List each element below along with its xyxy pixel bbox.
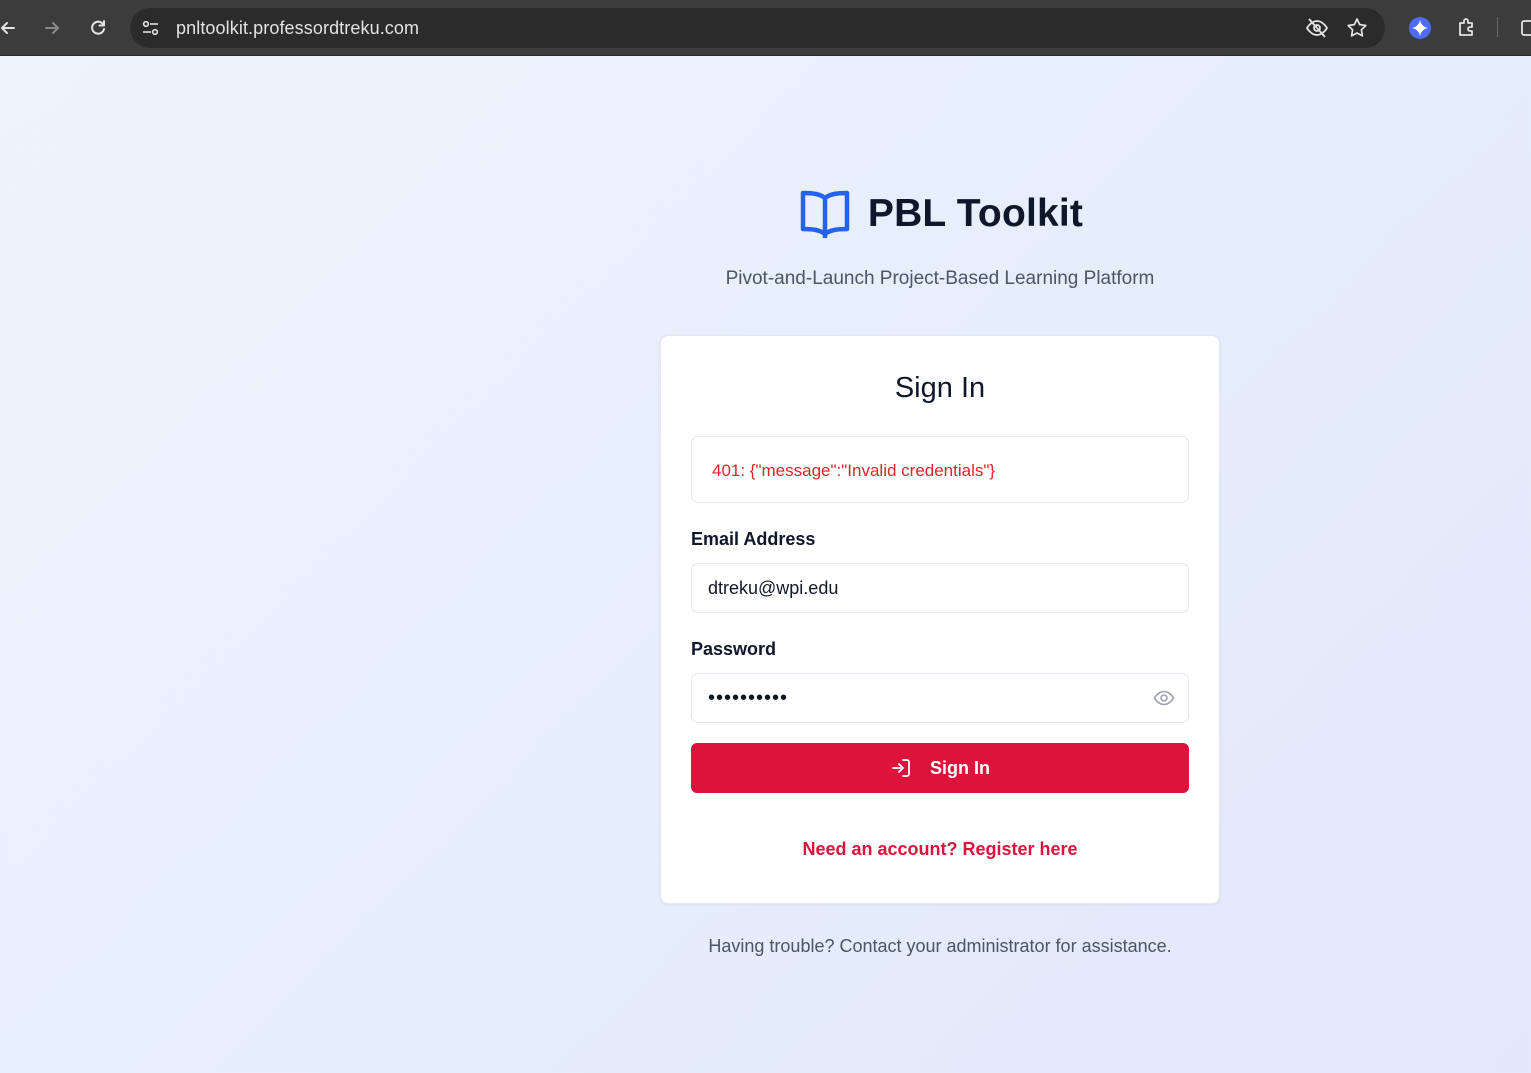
sign-in-button[interactable]: Sign In	[691, 743, 1189, 793]
email-label: Email Address	[691, 529, 816, 549]
sign-in-button-label: Sign In	[930, 757, 990, 778]
help-text: Having trouble? Contact your administrat…	[708, 936, 1172, 956]
site-info-icon[interactable]	[140, 17, 162, 39]
forward-button[interactable]	[38, 14, 66, 42]
eye-off-icon[interactable]	[1305, 16, 1329, 40]
address-bar[interactable]: pnltoolkit.professordtreku.com	[130, 8, 1385, 48]
side-panel-icon[interactable]	[1517, 14, 1531, 42]
register-link[interactable]: Need an account? Register here	[661, 839, 1219, 860]
error-alert: 401: {"message":"Invalid credentials"}	[691, 436, 1189, 503]
app-title: PBL Toolkit	[867, 192, 1084, 235]
sign-in-title: Sign In	[894, 372, 986, 404]
reload-button[interactable]	[84, 14, 112, 42]
back-button[interactable]	[0, 14, 22, 42]
toolbar-divider	[1497, 17, 1498, 37]
book-open-icon	[800, 190, 850, 238]
arrow-left-icon	[1, 22, 15, 34]
app-tagline: Pivot-and-Launch Project-Based Learning …	[725, 268, 1155, 289]
reload-icon	[91, 20, 105, 35]
email-field[interactable]	[691, 563, 1189, 613]
url-text: pnltoolkit.professordtreku.com	[176, 18, 420, 38]
browser-toolbar: pnltoolkit.professordtreku.com	[0, 0, 1531, 56]
show-password-icon[interactable]	[1153, 689, 1175, 707]
password-label: Password	[691, 639, 777, 659]
log-in-icon	[892, 759, 910, 777]
gemini-extension-icon[interactable]	[1406, 14, 1434, 42]
bookmark-star-icon[interactable]	[1345, 16, 1369, 40]
arrow-right-icon	[45, 22, 59, 34]
extensions-puzzle-icon[interactable]	[1452, 14, 1480, 42]
brand-header: PBL Toolkit	[0, 186, 1531, 242]
sign-in-card: Sign In 401: {"message":"Invalid credent…	[660, 335, 1220, 904]
error-message: 401: {"message":"Invalid credentials"}	[712, 461, 996, 480]
password-field[interactable]	[691, 673, 1189, 723]
